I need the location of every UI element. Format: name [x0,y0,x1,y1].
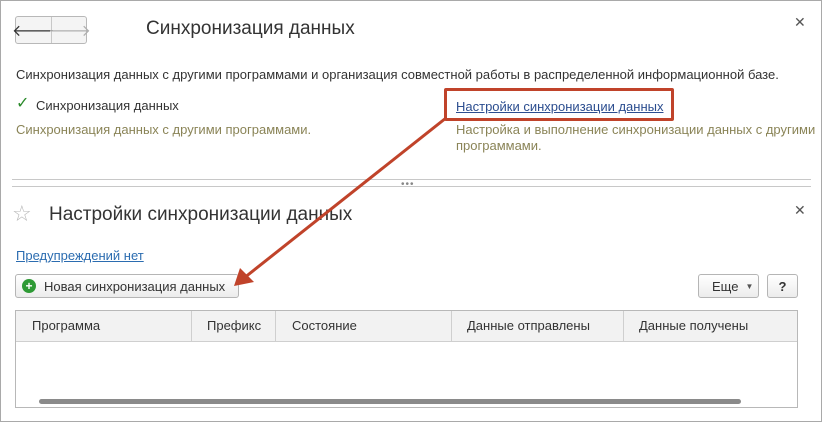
help-button-label: ? [778,278,787,294]
column-header-program[interactable]: Программа [32,311,100,341]
column-header-state[interactable]: Состояние [292,311,357,341]
close-icon[interactable]: ✕ [794,202,806,219]
more-button[interactable]: Еще ▼ [698,274,759,298]
new-sync-button[interactable]: + Новая синхронизация данных [15,274,239,298]
column-header-prefix[interactable]: Префикс [207,311,261,341]
checkmark-icon: ✓ [16,95,30,112]
splitter-line-bottom [12,186,811,187]
warnings-link[interactable]: Предупреждений нет [16,248,144,263]
arrow-right-icon: 🡒 [48,22,91,40]
sync-settings-link[interactable]: Настройки синхронизации данных [456,99,664,114]
star-icon[interactable]: ☆ [12,201,32,227]
column-header-sent[interactable]: Данные отправлены [467,311,590,341]
column-separator [451,311,452,341]
new-sync-button-label: Новая синхронизация данных [44,278,226,294]
more-button-label: Еще [712,278,739,294]
sync-table[interactable]: Программа Префикс Состояние Данные отпра… [15,310,798,408]
sync-checkbox[interactable]: ✓ [16,96,32,112]
help-button[interactable]: ? [767,274,798,298]
plus-circle-icon: + [22,279,36,293]
table-header: Программа Префикс Состояние Данные отпра… [16,311,797,342]
forward-button[interactable]: 🡒 [48,17,91,43]
settings-panel-title: Настройки синхронизации данных [49,204,353,225]
sync-checkbox-note: Синхронизация данных с другими программа… [16,122,312,137]
back-button[interactable]: 🡐 [12,17,55,43]
close-icon[interactable]: ✕ [794,14,806,31]
column-separator [275,311,276,341]
splitter-grip[interactable]: ••• [401,179,415,190]
column-separator [191,311,192,341]
horizontal-scrollbar[interactable] [39,399,741,404]
caret-down-icon: ▼ [745,281,754,291]
column-header-received[interactable]: Данные получены [639,311,748,341]
column-separator [623,311,624,341]
sync-checkbox-label[interactable]: Синхронизация данных [36,98,179,113]
sync-description: Синхронизация данных с другими программа… [16,67,779,82]
navigation-buttons: 🡐 🡒 [12,16,91,44]
sync-settings-note: Настройка и выполнение синхронизации дан… [456,122,816,153]
page-title: Синхронизация данных [146,18,355,39]
